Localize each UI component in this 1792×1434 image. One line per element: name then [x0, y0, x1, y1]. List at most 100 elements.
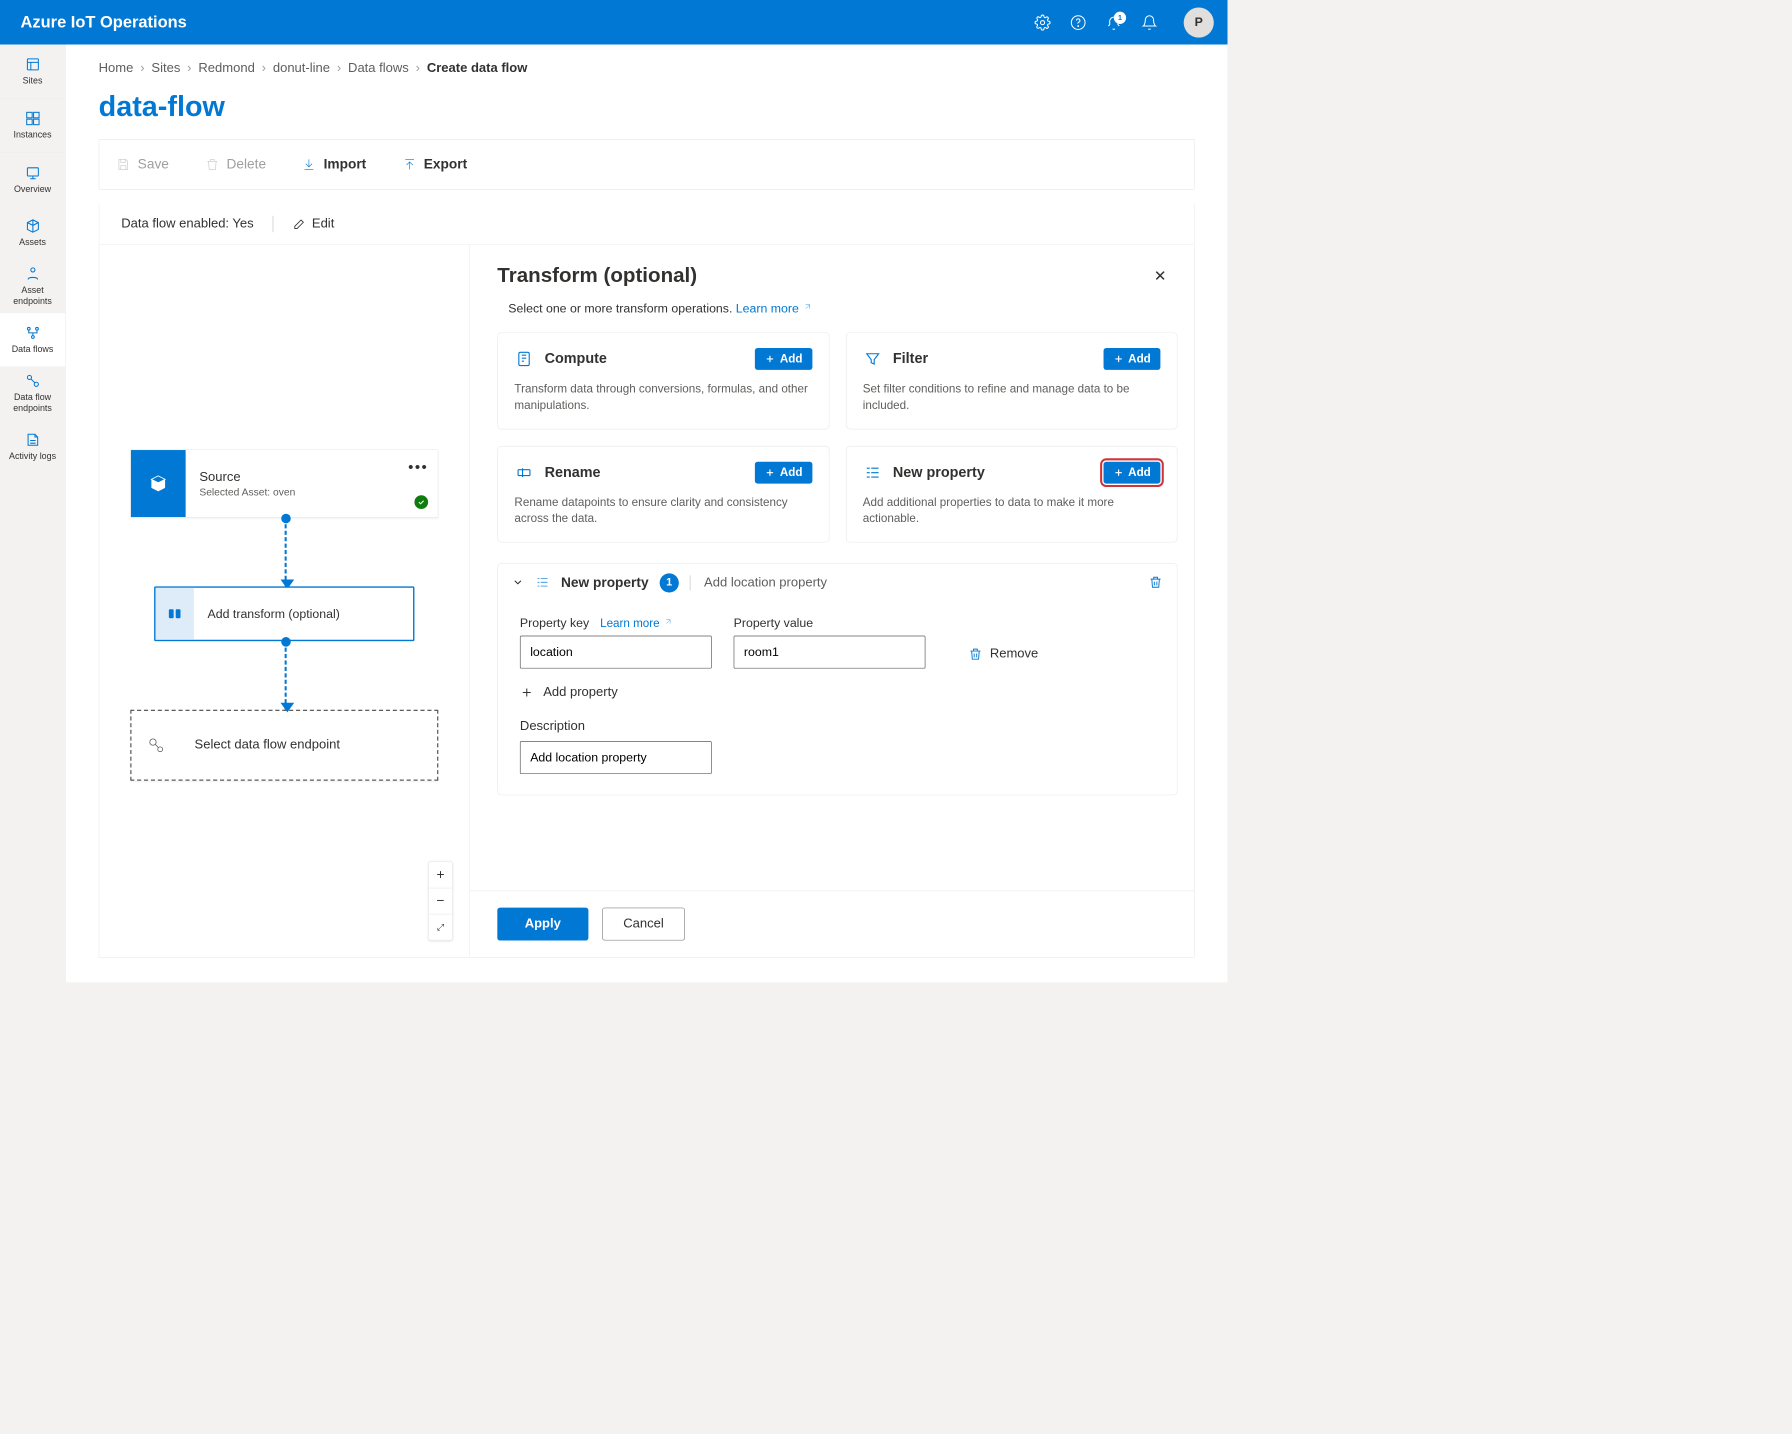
dataflow-enabled-label: Data flow enabled: Yes — [121, 216, 253, 231]
new-property-header[interactable]: New property 1 Add location property — [498, 564, 1177, 602]
edit-label: Edit — [312, 216, 334, 231]
sidebar-item-sites[interactable]: Sites — [0, 45, 65, 98]
breadcrumb-sites[interactable]: Sites — [151, 61, 180, 76]
cancel-button[interactable]: Cancel — [602, 908, 685, 941]
panel-title: Transform (optional) — [497, 264, 1154, 287]
edit-button[interactable]: Edit — [293, 216, 335, 231]
save-label: Save — [138, 157, 169, 173]
chevron-down-icon — [512, 576, 524, 590]
sidebar-item-label: Activity logs — [9, 451, 56, 462]
sidebar-item-data-flows[interactable]: Data flows — [0, 313, 65, 366]
check-icon — [414, 495, 428, 509]
breadcrumb-home[interactable]: Home — [99, 61, 134, 76]
property-key-input[interactable] — [520, 636, 712, 669]
card-compute: Compute Add Transform data through conve… — [497, 332, 829, 429]
close-icon[interactable]: ✕ — [1154, 264, 1167, 285]
alerts-badge: 1 — [1114, 11, 1126, 23]
transform-icon — [155, 588, 193, 640]
card-new-property: New property Add Add additional properti… — [846, 446, 1178, 543]
filter-icon — [863, 349, 882, 368]
add-rename-button[interactable]: Add — [755, 461, 812, 483]
property-value-input[interactable] — [734, 636, 926, 669]
add-filter-button[interactable]: Add — [1104, 348, 1161, 370]
remove-property-button[interactable]: Remove — [968, 647, 1038, 669]
sidebar-item-label: Data flows — [12, 344, 54, 355]
description-input[interactable] — [520, 741, 712, 774]
node-source-title: Source — [199, 470, 424, 485]
import-label: Import — [324, 157, 367, 173]
connector-2 — [285, 641, 287, 710]
np-count-badge: 1 — [660, 573, 679, 592]
connector-1 — [285, 518, 287, 587]
panel-body: Compute Add Transform data through conve… — [470, 332, 1194, 890]
card-filter-title: Filter — [893, 351, 1093, 367]
canvas[interactable]: Source Selected Asset: oven ••• Add tran… — [99, 245, 469, 957]
list-icon — [535, 575, 550, 592]
compute-icon — [514, 349, 533, 368]
sidebar-item-assets[interactable]: Assets — [0, 206, 65, 259]
import-button[interactable]: Import — [302, 157, 367, 173]
card-newprop-title: New property — [893, 464, 1093, 480]
learn-more-link[interactable]: Learn more — [736, 301, 812, 315]
sidebar-item-asset-endpoints[interactable]: Asset endpoints — [0, 260, 65, 313]
brand-title: Azure IoT Operations — [21, 13, 1035, 32]
panel-subtitle: Select one or more transform operations.… — [470, 293, 1194, 332]
node-source[interactable]: Source Selected Asset: oven ••• — [130, 449, 438, 517]
gear-icon[interactable] — [1034, 14, 1050, 30]
apply-button[interactable]: Apply — [497, 908, 588, 941]
property-value-label: Property value — [734, 616, 926, 630]
sidebar-item-activity-logs[interactable]: Activity logs — [0, 420, 65, 473]
learn-more-key-link[interactable]: Learn more — [600, 616, 672, 630]
topbar-actions: 1 P — [1034, 7, 1213, 37]
panel-footer: Apply Cancel — [470, 891, 1194, 957]
card-compute-desc: Transform data through conversions, form… — [514, 381, 812, 414]
sidebar-item-label: Overview — [14, 184, 51, 195]
breadcrumb-flows[interactable]: Data flows — [348, 61, 409, 76]
new-property-block: New property 1 Add location property Pro… — [497, 563, 1177, 795]
cube-icon — [131, 450, 186, 517]
zoom-in-button[interactable]: + — [429, 862, 452, 888]
delete-newprop-button[interactable] — [1148, 575, 1163, 592]
sidebar-item-label: Sites — [23, 75, 43, 86]
export-label: Export — [424, 157, 467, 173]
node-endpoint[interactable]: Select data flow endpoint — [130, 710, 438, 781]
transform-panel: Transform (optional) ✕ Select one or mor… — [469, 245, 1194, 957]
sidebar: Sites Instances Overview Assets Asset en… — [0, 45, 66, 983]
breadcrumb: Home› Sites› Redmond› donut-line› Data f… — [99, 61, 1195, 76]
add-property-button[interactable]: Add property — [520, 685, 1155, 700]
sidebar-item-instances[interactable]: Instances — [0, 99, 65, 152]
export-button[interactable]: Export — [402, 157, 467, 173]
np-title: New property — [561, 575, 649, 591]
card-rename-title: Rename — [545, 464, 745, 480]
np-summary: Add location property — [704, 576, 827, 591]
rename-icon — [514, 463, 533, 482]
node-source-more-icon[interactable]: ••• — [408, 458, 428, 476]
breadcrumb-donut[interactable]: donut-line — [273, 61, 330, 76]
add-new-property-button[interactable]: Add — [1104, 461, 1161, 483]
add-compute-button[interactable]: Add — [755, 348, 812, 370]
notifications-icon[interactable] — [1141, 14, 1157, 30]
avatar[interactable]: P — [1184, 7, 1214, 37]
zoom-out-button[interactable]: − — [429, 888, 452, 914]
main: Home› Sites› Redmond› donut-line› Data f… — [66, 45, 1228, 983]
alerts-icon[interactable]: 1 — [1106, 14, 1122, 30]
property-key-label: Property key — [520, 616, 589, 630]
breadcrumb-redmond[interactable]: Redmond — [198, 61, 254, 76]
sidebar-item-label: Data flow endpoints — [1, 392, 63, 413]
help-icon[interactable] — [1070, 14, 1086, 30]
save-button: Save — [116, 157, 169, 173]
delete-label: Delete — [226, 157, 266, 173]
topbar: Azure IoT Operations 1 P — [0, 0, 1228, 45]
description-label: Description — [520, 719, 1155, 734]
breadcrumb-current: Create data flow — [427, 61, 528, 76]
zoom-fit-button[interactable]: ⤢ — [429, 914, 452, 940]
card-compute-title: Compute — [545, 351, 745, 367]
node-transform[interactable]: Add transform (optional) — [154, 586, 414, 641]
sidebar-item-dataflow-endpoints[interactable]: Data flow endpoints — [0, 366, 65, 419]
card-rename-desc: Rename datapoints to ensure clarity and … — [514, 494, 812, 527]
node-endpoint-title: Select data flow endpoint — [195, 738, 424, 753]
sidebar-item-overview[interactable]: Overview — [0, 153, 65, 206]
sidebar-item-label: Assets — [19, 237, 46, 248]
delete-button: Delete — [205, 157, 267, 173]
node-transform-title: Add transform (optional) — [208, 607, 400, 621]
